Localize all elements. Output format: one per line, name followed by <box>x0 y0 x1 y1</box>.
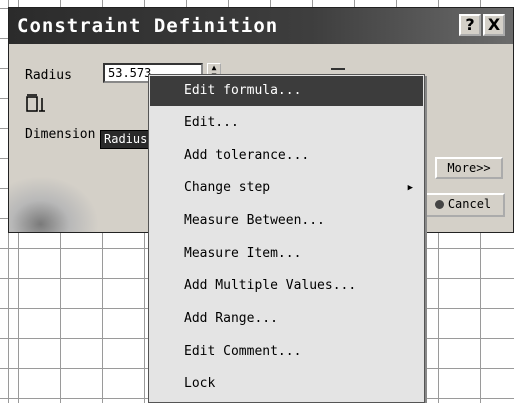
menu-item-add-tolerance[interactable]: Add tolerance... <box>150 141 423 171</box>
cancel-button[interactable]: Cancel <box>421 193 505 217</box>
menu-item-label: Edit Comment... <box>184 344 302 359</box>
menu-item-label: Add tolerance... <box>184 148 310 163</box>
close-button[interactable]: X <box>483 14 505 36</box>
menu-item-add-range[interactable]: Add Range... <box>150 304 423 334</box>
context-menu: Edit formula... Edit... Add tolerance...… <box>148 74 425 403</box>
menu-item-add-multiple-values[interactable]: Add Multiple Values... <box>150 271 423 301</box>
dialog-title: Constraint Definition <box>17 15 279 37</box>
menu-item-label: Measure Between... <box>184 213 325 228</box>
menu-item-label: Edit formula... <box>184 83 302 98</box>
decorative-swirl <box>9 176 99 232</box>
close-icon: X <box>487 15 501 34</box>
radius-label: Radius <box>25 68 72 83</box>
submenu-arrow-icon: ▶ <box>407 183 413 193</box>
title-bar[interactable]: Constraint Definition ? X <box>9 8 513 44</box>
menu-item-measure-item[interactable]: Measure Item... <box>150 239 423 269</box>
menu-item-label: Measure Item... <box>184 246 302 261</box>
help-icon: ? <box>465 15 475 34</box>
separator-mark <box>331 68 345 70</box>
menu-item-change-step[interactable]: Change step ▶ <box>150 173 423 203</box>
more-button-label: More>> <box>447 161 491 175</box>
dimension-label: Dimension <box>25 127 96 142</box>
cancel-icon <box>434 200 444 209</box>
menu-item-edit-comment[interactable]: Edit Comment... <box>150 337 423 367</box>
menu-item-edit[interactable]: Edit... <box>150 108 423 138</box>
menu-item-label: Add Range... <box>184 311 278 326</box>
more-button[interactable]: More>> <box>435 157 503 179</box>
menu-item-label: Lock <box>184 376 216 391</box>
menu-item-lock[interactable]: Lock <box>150 369 423 399</box>
menu-item-label: Add Multiple Values... <box>184 278 357 293</box>
menu-item-label: Edit... <box>184 115 239 130</box>
help-button[interactable]: ? <box>459 14 481 36</box>
radius-dimension-icon <box>26 94 45 112</box>
cancel-button-label: Cancel <box>447 197 492 211</box>
menu-item-label: Change step <box>184 180 271 195</box>
menu-item-edit-formula[interactable]: Edit formula... <box>150 76 423 106</box>
menu-item-measure-between[interactable]: Measure Between... <box>150 206 423 236</box>
dimension-select[interactable]: Radius <box>100 130 152 149</box>
